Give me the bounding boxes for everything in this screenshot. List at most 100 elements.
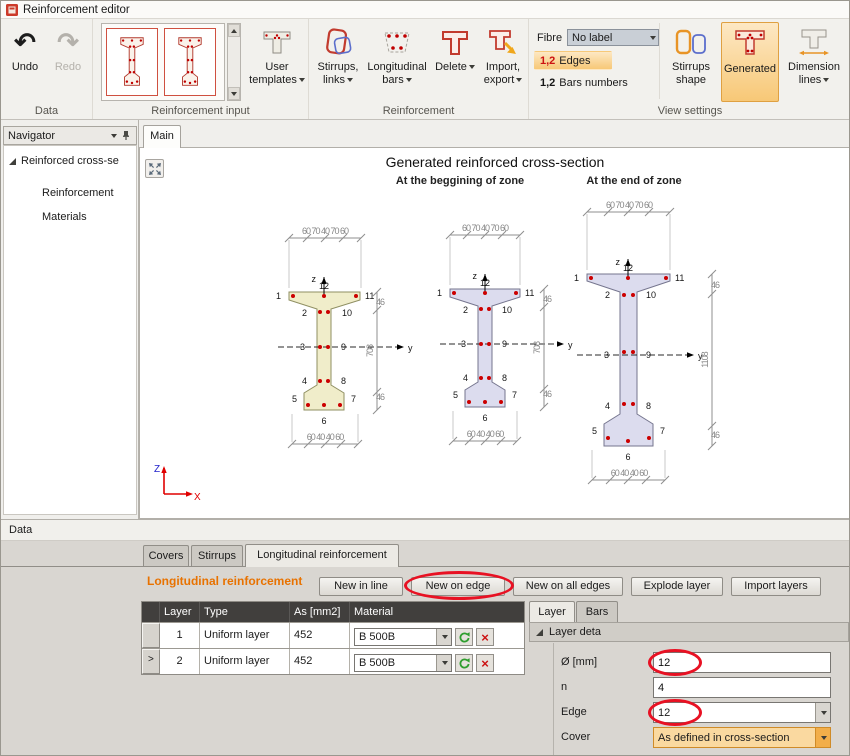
svg-text:7: 7	[660, 426, 665, 436]
scroll-down-button[interactable]	[228, 87, 240, 100]
svg-text:60 70 40 70 60: 60 70 40 70 60	[606, 200, 653, 210]
edge-select[interactable]: 12	[653, 702, 831, 723]
tab-longitudinal-reinforcement[interactable]: Longitudinal reinforcement	[245, 544, 399, 567]
generated-toggle[interactable]: Generated	[721, 22, 779, 102]
template-thumbnail-1[interactable]	[106, 28, 158, 96]
tab-bars[interactable]: Bars	[576, 601, 618, 622]
svg-text:4: 4	[605, 401, 610, 411]
row-selector-current[interactable]: >	[142, 649, 160, 674]
longitudinal-bars-icon	[381, 27, 413, 57]
chevron-down-icon	[347, 78, 353, 82]
redo-button[interactable]: ↷ Redo	[47, 22, 89, 100]
dimension-lines-button[interactable]: Dimension lines	[781, 22, 847, 102]
svg-text:11: 11	[365, 291, 374, 301]
new-on-all-edges-button[interactable]: New on all edges	[513, 577, 623, 596]
column-header-layer[interactable]: Layer	[160, 602, 200, 622]
tab-divider	[1, 566, 850, 567]
cell-type: Uniform layer	[200, 649, 290, 674]
delete-button[interactable]: Delete	[433, 22, 477, 102]
stirrups-links-button[interactable]: Stirrups, links	[313, 22, 363, 102]
group-label-reinforcement: Reinforcement	[309, 105, 528, 117]
column-header-type[interactable]: Type	[200, 602, 290, 622]
count-input[interactable]	[653, 677, 831, 698]
cell-as: 452	[290, 623, 350, 648]
count-label: n	[561, 681, 567, 693]
svg-text:5: 5	[453, 390, 458, 400]
window-title: Reinforcement editor	[23, 4, 130, 16]
data-panel-header[interactable]: Data	[1, 519, 850, 541]
cover-select[interactable]: As defined in cross-section	[653, 727, 831, 748]
ribbon-group-reinforcement: Stirrups, links Longitudinal bars Delete	[309, 19, 529, 119]
edges-toggle[interactable]: 1,2 Edges	[534, 51, 612, 70]
tree-expand-icon[interactable]	[9, 158, 16, 165]
navigator-panel: Navigator Reinforced cross-se Reinforcem…	[1, 120, 139, 519]
group-expand-icon[interactable]	[536, 629, 543, 636]
redo-icon: ↷	[57, 23, 79, 61]
chevron-down-icon	[442, 661, 448, 665]
svg-text:60 70 40 70 60: 60 70 40 70 60	[302, 226, 349, 236]
chevron-down-icon	[406, 78, 412, 82]
template-gallery[interactable]	[101, 23, 225, 101]
stirrups-shape-icon	[674, 27, 708, 57]
main-tab-strip: Main	[139, 120, 850, 147]
table-row-1[interactable]: 1 Uniform layer 452 B 500B ×	[142, 622, 524, 648]
svg-text:46: 46	[543, 389, 552, 399]
property-gutter	[553, 643, 554, 755]
longitudinal-bars-button[interactable]: Longitudinal bars	[365, 22, 429, 102]
table-row-2[interactable]: > 2 Uniform layer 452 B 500B ×	[142, 648, 524, 674]
row-selector[interactable]	[142, 623, 160, 648]
bars-numbers-toggle[interactable]: 1,2 Bars numbers	[534, 73, 646, 92]
new-on-edge-button[interactable]: New on edge	[411, 577, 505, 596]
import-export-button[interactable]: Import, export	[479, 22, 527, 102]
new-in-line-button[interactable]: New in line	[319, 577, 403, 596]
tree-item-materials[interactable]: Materials	[4, 208, 136, 226]
cell-layer: 2	[160, 649, 200, 674]
template-thumbnail-2[interactable]	[164, 28, 216, 96]
user-templates-icon	[262, 29, 292, 55]
svg-text:8: 8	[502, 373, 507, 383]
delete-layer-button[interactable]: ×	[476, 654, 494, 672]
svg-text:2: 2	[302, 308, 307, 318]
column-header-as[interactable]: As [mm2]	[290, 602, 350, 622]
gallery-scrollbar[interactable]	[227, 23, 241, 101]
refresh-icon	[458, 657, 471, 670]
pin-icon[interactable]	[121, 130, 132, 141]
svg-text:9: 9	[502, 339, 507, 349]
user-templates-label-2: templates	[249, 74, 297, 86]
tree-item-reinforced-cross-section[interactable]: Reinforced cross-se	[4, 152, 136, 170]
vertical-dimension-1: 46 708 46	[365, 288, 385, 414]
diameter-input[interactable]	[653, 652, 831, 673]
tab-covers[interactable]: Covers	[143, 545, 189, 566]
stirrups-shape-button[interactable]: Stirrups shape	[663, 22, 719, 102]
chevron-down-icon	[516, 78, 522, 82]
svg-text:6: 6	[625, 452, 630, 462]
tree-item-reinforcement[interactable]: Reinforcement	[4, 184, 136, 202]
group-label-view-settings: View settings	[529, 105, 850, 117]
svg-text:60 40 40 60: 60 40 40 60	[467, 429, 505, 439]
tab-stirrups[interactable]: Stirrups	[191, 545, 243, 566]
fibre-select[interactable]: No label	[567, 29, 659, 46]
refresh-material-button[interactable]	[455, 654, 473, 672]
navigator-dropdown-icon[interactable]	[111, 134, 117, 138]
tab-main[interactable]: Main	[143, 125, 181, 148]
section-end-right: 60 70 40 70 60 y z 1 2 3 4	[574, 200, 703, 484]
column-header-material[interactable]: Material	[350, 602, 522, 622]
svg-text:6: 6	[482, 413, 487, 423]
user-templates-button[interactable]: User templates	[249, 22, 305, 102]
undo-button[interactable]: ↶ Undo	[4, 22, 46, 100]
navigator-header[interactable]: Navigator	[3, 126, 137, 145]
svg-text:11: 11	[675, 273, 684, 283]
delete-layer-button[interactable]: ×	[476, 628, 494, 646]
edge-label: Edge	[561, 706, 587, 718]
drawing-canvas[interactable]: Generated reinforced cross-section At th…	[139, 147, 850, 519]
import-layers-button[interactable]: Import layers	[731, 577, 821, 596]
svg-text:8: 8	[341, 376, 346, 386]
material-select[interactable]: B 500B	[354, 628, 452, 646]
scroll-up-button[interactable]	[228, 24, 240, 37]
refresh-material-button[interactable]	[455, 628, 473, 646]
material-select[interactable]: B 500B	[354, 654, 452, 672]
tab-layer[interactable]: Layer	[529, 601, 575, 622]
svg-text:8: 8	[646, 401, 651, 411]
explode-layer-button[interactable]: Explode layer	[631, 577, 723, 596]
layer-details-group-header[interactable]: Layer deta	[529, 622, 849, 642]
